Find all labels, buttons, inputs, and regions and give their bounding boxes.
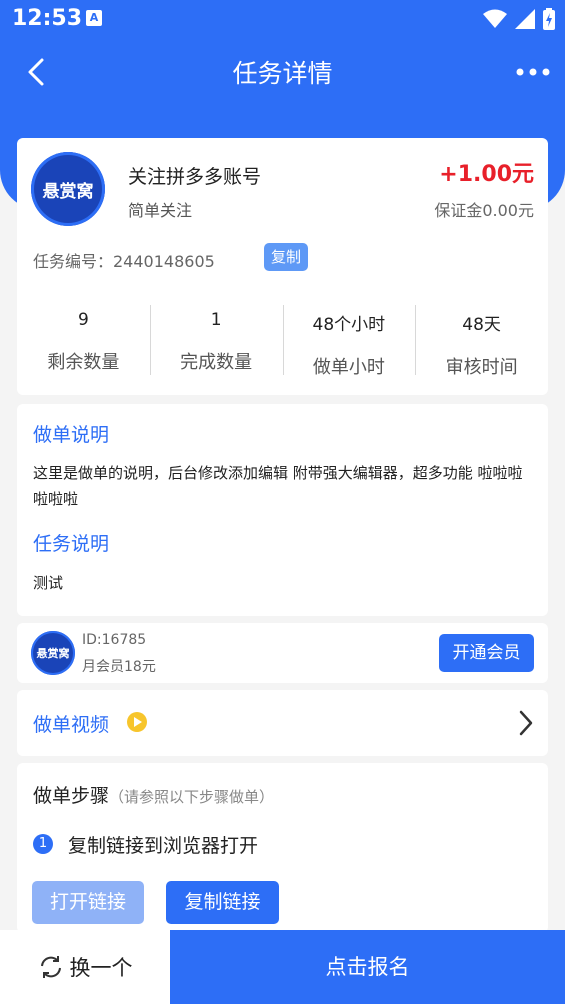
order-instructions-text: 这里是做单的说明，后台修改添加编辑 附带强大编辑器，超多功能 啦啦啦啦啦啦 (33, 464, 523, 508)
steps-title-text: 做单步骤 (33, 785, 110, 807)
task-subtitle: 简单关注 (128, 201, 193, 220)
swap-task-button[interactable]: 换一个 (0, 930, 170, 1004)
status-icons (483, 8, 555, 30)
swap-label: 换一个 (69, 956, 133, 980)
task-logo: 悬赏窝 (31, 152, 105, 226)
stat-label: 审核时间 (445, 357, 518, 378)
stat-label: 完成数量 (180, 352, 253, 373)
nav-bar: 任务详情 (0, 44, 565, 100)
task-stats: 9 剩余数量 1 完成数量 48个小时 做单小时 48天 审核时间 (17, 305, 548, 378)
task-deposit: 保证金0.00元 (434, 201, 534, 220)
status-time: 12:53 (12, 6, 83, 31)
task-instructions-text: 测试 (33, 574, 64, 592)
more-icon[interactable] (515, 60, 551, 84)
description-card: 做单说明 这里是做单的说明，后台修改添加编辑 附带强大编辑器，超多功能 啦啦啦啦… (17, 404, 548, 616)
refresh-icon (40, 956, 61, 978)
steps-hint: （请参照以下步骤做单） (109, 788, 275, 806)
stat-label: 做单小时 (312, 357, 385, 378)
signal-icon (515, 9, 535, 29)
stat-value: 48个小时 (312, 315, 386, 335)
task-number: 任务编号：2440148605 (33, 252, 215, 271)
chevron-right-icon (519, 710, 533, 736)
stat-review: 48天 审核时间 (415, 305, 548, 378)
member-price: 月会员18元 (82, 659, 156, 675)
stat-completed: 1 完成数量 (149, 305, 283, 375)
copy-link-button[interactable]: 复制链接 (166, 881, 279, 924)
order-instructions-heading: 做单说明 (33, 424, 110, 446)
copy-number-button[interactable]: 复制 (264, 243, 308, 271)
video-label: 做单视频 (33, 714, 110, 736)
bottom-bar: 换一个 点击报名 (0, 930, 565, 1004)
step-text: 复制链接到浏览器打开 (68, 835, 259, 857)
open-membership-button[interactable]: 开通会员 (439, 634, 534, 672)
member-id: ID:16785 (82, 632, 147, 648)
signup-button[interactable]: 点击报名 (170, 930, 565, 1004)
stat-label: 剩余数量 (47, 352, 120, 373)
member-card: 悬赏窝 ID:16785 月会员18元 开通会员 (17, 623, 548, 683)
task-instructions-heading: 任务说明 (33, 533, 110, 555)
step-number-badge: 1 (33, 834, 53, 854)
page-title: 任务详情 (232, 59, 333, 88)
steps-title: 做单步骤（请参照以下步骤做单） (33, 781, 274, 808)
member-avatar: 悬赏窝 (31, 631, 75, 675)
stat-hours: 48个小时 做单小时 (282, 305, 416, 378)
play-icon (127, 712, 147, 732)
status-bar: 12:53 A (0, 0, 565, 40)
wifi-icon (483, 9, 507, 28)
notification-icon: A (86, 10, 102, 26)
task-title: 关注拼多多账号 (128, 166, 262, 188)
stat-value: 1 (210, 310, 222, 330)
task-info-card: 悬赏窝 关注拼多多账号 简单关注 +1.00元 保证金0.00元 任务编号：24… (17, 138, 548, 395)
open-link-button[interactable]: 打开链接 (32, 881, 144, 924)
video-row[interactable]: 做单视频 (17, 690, 548, 756)
stat-remaining: 9 剩余数量 (17, 305, 150, 375)
steps-card: 做单步骤（请参照以下步骤做单） 1 复制链接到浏览器打开 打开链接 复制链接 (17, 763, 548, 933)
task-reward: +1.00元 (439, 162, 534, 187)
stat-value: 9 (77, 310, 89, 330)
battery-icon (543, 8, 555, 30)
stat-value: 48天 (462, 315, 501, 335)
